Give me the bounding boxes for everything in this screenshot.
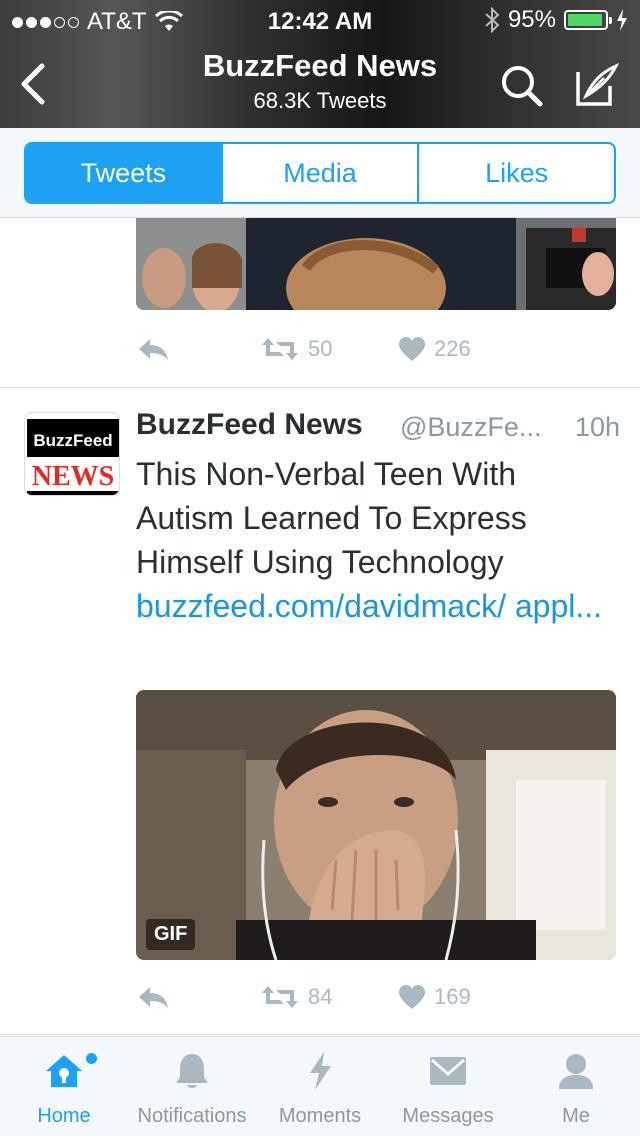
- notification-dot: [86, 1053, 97, 1064]
- status-bar: AT&T 12:42 AM 95%: [0, 0, 640, 40]
- like-button[interactable]: 169: [398, 984, 471, 1010]
- lightning-icon: [310, 1052, 331, 1090]
- tab-likes[interactable]: Likes: [419, 144, 614, 202]
- like-button[interactable]: 226: [398, 336, 471, 362]
- nav-bar: BuzzFeed News 68.3K Tweets: [0, 40, 640, 128]
- tweet-divider: [0, 1034, 640, 1035]
- gif-badge: GIF: [146, 919, 196, 950]
- retweet-icon: [262, 986, 298, 1008]
- tab-moments[interactable]: Moments: [256, 1037, 384, 1136]
- reply-icon: [139, 987, 168, 1008]
- tweet-media[interactable]: GIF: [136, 690, 616, 960]
- gif-thumbnail: [136, 690, 616, 960]
- author-name[interactable]: BuzzFeed News: [136, 408, 363, 442]
- tab-me[interactable]: Me: [512, 1037, 640, 1136]
- like-count: 169: [434, 984, 471, 1009]
- heart-icon: [399, 985, 425, 1009]
- tab-me-label: Me: [562, 1105, 590, 1127]
- tab-media[interactable]: Media: [223, 144, 420, 202]
- svg-text:BuzzFeed: BuzzFeed: [33, 431, 112, 450]
- tweet-link[interactable]: buzzfeed.com/davidmack/ appl...: [136, 588, 602, 624]
- tab-messages-label: Messages: [402, 1105, 494, 1127]
- retweet-count: 84: [308, 984, 333, 1009]
- battery-percent: 95%: [507, 6, 556, 33]
- timeline: 50 226 BuzzFeed NEWS BuzzFeed News @Buzz…: [0, 218, 640, 1036]
- home-icon: [46, 1055, 82, 1087]
- tab-home-label: Home: [37, 1105, 91, 1127]
- heart-icon: [399, 337, 425, 361]
- tab-messages[interactable]: Messages: [384, 1037, 512, 1136]
- tab-tweets[interactable]: Tweets: [26, 144, 223, 202]
- bluetooth-icon: [485, 7, 500, 33]
- retweet-button[interactable]: 50: [260, 336, 398, 362]
- like-count: 226: [434, 336, 471, 361]
- previous-tweet-image[interactable]: [136, 218, 616, 310]
- previous-tweet-actions: 50 226: [136, 336, 471, 362]
- tweet-body: This Non-Verbal Teen With Autism Learned…: [136, 456, 527, 580]
- tweet-header: BuzzFeed News @BuzzFe... 10h: [136, 408, 620, 448]
- segmented-control: Tweets Media Likes: [24, 142, 616, 204]
- retweet-count: 50: [308, 336, 333, 361]
- search-icon: [502, 66, 543, 107]
- segment-bar: Tweets Media Likes: [0, 128, 640, 218]
- tab-home[interactable]: Home: [0, 1037, 128, 1136]
- retweet-icon: [262, 338, 298, 360]
- reply-icon: [139, 339, 168, 360]
- tweet-text: This Non-Verbal Teen With Autism Learned…: [136, 452, 620, 628]
- buzzfeed-news-logo: BuzzFeed NEWS: [25, 413, 119, 495]
- svg-text:NEWS: NEWS: [32, 461, 114, 492]
- battery-icon: [564, 10, 612, 30]
- author-handle[interactable]: @BuzzFe...: [400, 412, 541, 443]
- tab-notifications[interactable]: Notifications: [128, 1037, 256, 1136]
- tab-notifications-label: Notifications: [137, 1105, 247, 1127]
- person-icon: [559, 1054, 593, 1089]
- compose-button[interactable]: [572, 62, 620, 110]
- tweet-timestamp: 10h: [574, 412, 620, 442]
- bell-icon: [176, 1054, 208, 1088]
- compose-icon: [576, 63, 620, 106]
- status-right: 95%: [484, 6, 628, 34]
- tweet-divider: [0, 387, 640, 388]
- search-button[interactable]: [498, 62, 546, 110]
- tab-moments-label: Moments: [278, 1105, 362, 1127]
- avatar[interactable]: BuzzFeed NEWS: [24, 412, 120, 496]
- header: AT&T 12:42 AM 95% BuzzFeed News 68.3K Tw…: [0, 0, 640, 128]
- tab-bar: Home Notifications Moments Messages Me: [0, 1036, 640, 1136]
- app-screen: AT&T 12:42 AM 95% BuzzFeed News 68.3K Tw…: [0, 0, 640, 1136]
- tweet-actions: 84 169: [136, 984, 471, 1010]
- reply-button[interactable]: [136, 336, 260, 362]
- reply-button[interactable]: [136, 984, 260, 1010]
- retweet-button[interactable]: 84: [260, 984, 398, 1010]
- envelope-icon: [430, 1057, 466, 1085]
- press-photo: [136, 218, 616, 310]
- charging-icon: [617, 9, 627, 31]
